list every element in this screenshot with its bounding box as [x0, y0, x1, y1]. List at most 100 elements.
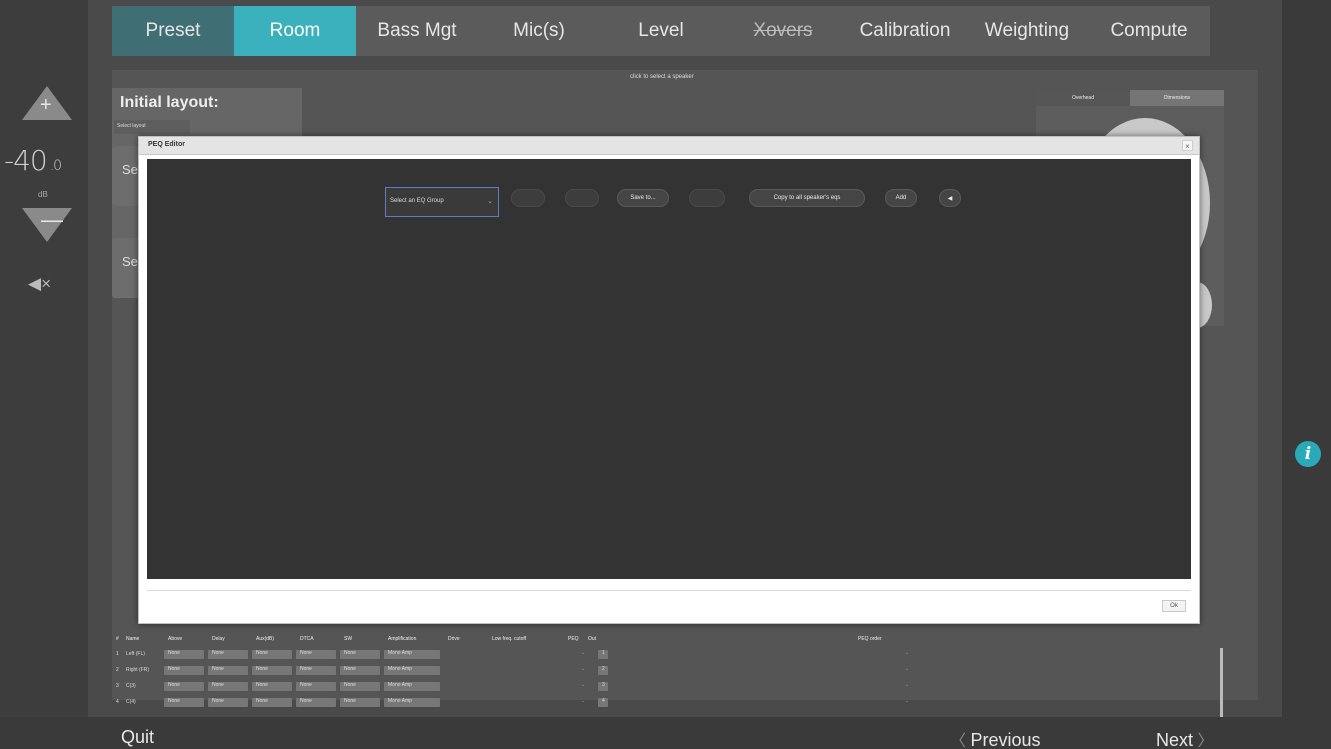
peq-graph-area[interactable]: Select an EQ Group ⌄ Save to... Copy to a…	[147, 159, 1191, 579]
sw-select[interactable]: None	[340, 681, 380, 691]
column-header: Aux(dB)	[256, 636, 275, 642]
out-select[interactable]: 1	[598, 649, 608, 659]
tab-xovers[interactable]: Xovers	[722, 6, 844, 56]
plus-icon: +	[40, 94, 52, 116]
ok-button[interactable]: Ok	[1162, 600, 1186, 612]
speaker-icon[interactable]: ◀	[939, 189, 961, 207]
sw-select[interactable]: None	[340, 665, 380, 675]
delay-select[interactable]: None	[208, 681, 248, 691]
layout-select[interactable]: Select layout	[114, 120, 190, 134]
aux-select[interactable]: None	[252, 681, 292, 691]
column-header: Drive	[448, 636, 460, 642]
row-number: 2	[116, 667, 119, 673]
table-row[interactable]: 2 Right (FR) None None None None None Mo…	[112, 662, 1224, 678]
column-header: PEQ order	[858, 636, 882, 642]
footer-bar	[0, 717, 1331, 749]
volume-up-button[interactable]: +	[22, 86, 72, 120]
out-select[interactable]: 2	[598, 665, 608, 675]
previous-label: Previous	[970, 730, 1041, 749]
initial-layout-title: Initial layout:	[120, 94, 219, 111]
delay-select[interactable]: None	[208, 649, 248, 659]
dialog-titlebar[interactable]: PEQ Editor ×	[139, 137, 1199, 155]
tab-level[interactable]: Level	[600, 6, 722, 56]
close-icon[interactable]: ×	[1182, 140, 1193, 151]
volume-rail: + -40.0 dB — ◀×	[0, 0, 88, 749]
dtca-select[interactable]: None	[296, 665, 336, 675]
peq-order-icon[interactable]: ◦	[902, 651, 922, 657]
aux-select[interactable]: None	[252, 665, 292, 675]
view-dimensions-button[interactable]: Dimensions	[1130, 90, 1224, 106]
next-button[interactable]: Next 〉	[1156, 727, 1213, 749]
volume-readout: -40.0	[4, 144, 62, 177]
view-toggle: Overhead Dimensions	[1036, 90, 1224, 106]
tab-room[interactable]: Room	[234, 6, 356, 56]
peq-order-icon[interactable]: ◦	[902, 699, 922, 705]
previous-button[interactable]: 〈 Previous	[950, 727, 1040, 749]
dtca-select[interactable]: None	[296, 697, 336, 707]
wizard-tabs: Preset Room Bass Mgt Mic(s) Level Xovers…	[112, 6, 1210, 56]
peq-toggle-icon[interactable]: ◦	[578, 667, 598, 673]
peq-order-icon[interactable]: ◦	[902, 683, 922, 689]
column-header: Delay	[212, 636, 225, 642]
speaker-table: # Name Above Delay Aux(dB) DTCA SW Ampli…	[112, 632, 1224, 720]
column-header: Name	[126, 636, 140, 642]
chevron-right-icon: 〉	[1193, 733, 1214, 749]
dtca-select[interactable]: None	[296, 681, 336, 691]
delay-select[interactable]: None	[208, 665, 248, 675]
info-icon[interactable]: i	[1295, 441, 1321, 467]
volume-down-button[interactable]: —	[22, 208, 72, 242]
sw-select[interactable]: None	[340, 649, 380, 659]
amp-select[interactable]: Mono Amp	[384, 649, 440, 659]
quit-button[interactable]: Quit	[121, 727, 154, 748]
tab-weighting[interactable]: Weighting	[966, 6, 1088, 56]
out-select[interactable]: 4	[598, 697, 608, 707]
above-select[interactable]: None	[164, 649, 204, 659]
column-header: Low freq. cutoff	[492, 636, 527, 642]
amp-select[interactable]: Mono Amp	[384, 665, 440, 675]
row-number: 4	[116, 699, 119, 705]
table-row[interactable]: 3 C(3) None None None None None Mono Amp…	[112, 678, 1224, 694]
tab-label: Bass Mgt	[377, 20, 457, 41]
app-window: + -40.0 dB — ◀× Preset Room Bass Mgt Mic…	[0, 0, 1331, 749]
add-button[interactable]: Add	[885, 189, 917, 207]
aux-select[interactable]: None	[252, 697, 292, 707]
above-select[interactable]: None	[164, 665, 204, 675]
chevron-down-icon: ⌄	[487, 198, 493, 205]
table-scrollbar[interactable]	[1220, 648, 1223, 718]
sw-select[interactable]: None	[340, 697, 380, 707]
peq-editor-dialog: PEQ Editor × Select an EQ Group ⌄ Save to…	[138, 136, 1200, 624]
above-select[interactable]: None	[164, 681, 204, 691]
eq-group-select[interactable]: Select an EQ Group ⌄	[385, 187, 499, 217]
peq-disabled-button-3[interactable]	[689, 189, 725, 207]
tab-bass-mgt[interactable]: Bass Mgt	[356, 6, 478, 56]
peq-toggle-icon[interactable]: ◦	[578, 651, 598, 657]
tab-label: Xovers	[753, 20, 813, 41]
peq-disabled-button-2[interactable]	[565, 189, 599, 207]
amp-select[interactable]: Mono Amp	[384, 681, 440, 691]
delay-select[interactable]: None	[208, 697, 248, 707]
amp-select[interactable]: Mono Amp	[384, 697, 440, 707]
tab-label: Mic(s)	[513, 20, 565, 41]
peq-toggle-icon[interactable]: ◦	[578, 699, 598, 705]
tab-preset[interactable]: Preset	[112, 6, 234, 56]
speaker-mute-icon[interactable]: ◀×	[28, 274, 51, 294]
out-select[interactable]: 3	[598, 681, 608, 691]
column-header: DTCA	[300, 636, 314, 642]
copy-to-all-button[interactable]: Copy to all speaker's eqs	[749, 189, 865, 207]
chevron-left-icon: 〈	[950, 733, 971, 749]
table-row[interactable]: 4 C(4) None None None None None Mono Amp…	[112, 694, 1224, 710]
above-select[interactable]: None	[164, 697, 204, 707]
column-header: Above	[168, 636, 183, 642]
tab-label: Calibration	[859, 20, 951, 41]
dtca-select[interactable]: None	[296, 649, 336, 659]
save-to-button[interactable]: Save to...	[617, 189, 669, 207]
tab-compute[interactable]: Compute	[1088, 6, 1210, 56]
peq-toggle-icon[interactable]: ◦	[578, 683, 598, 689]
aux-select[interactable]: None	[252, 649, 292, 659]
tab-calibration[interactable]: Calibration	[844, 6, 966, 56]
peq-order-icon[interactable]: ◦	[902, 667, 922, 673]
peq-disabled-button-1[interactable]	[511, 189, 545, 207]
table-row[interactable]: 1 Left (FL) None None None None None Mon…	[112, 646, 1224, 662]
view-overhead-button[interactable]: Overhead	[1036, 90, 1130, 106]
tab-mics[interactable]: Mic(s)	[478, 6, 600, 56]
